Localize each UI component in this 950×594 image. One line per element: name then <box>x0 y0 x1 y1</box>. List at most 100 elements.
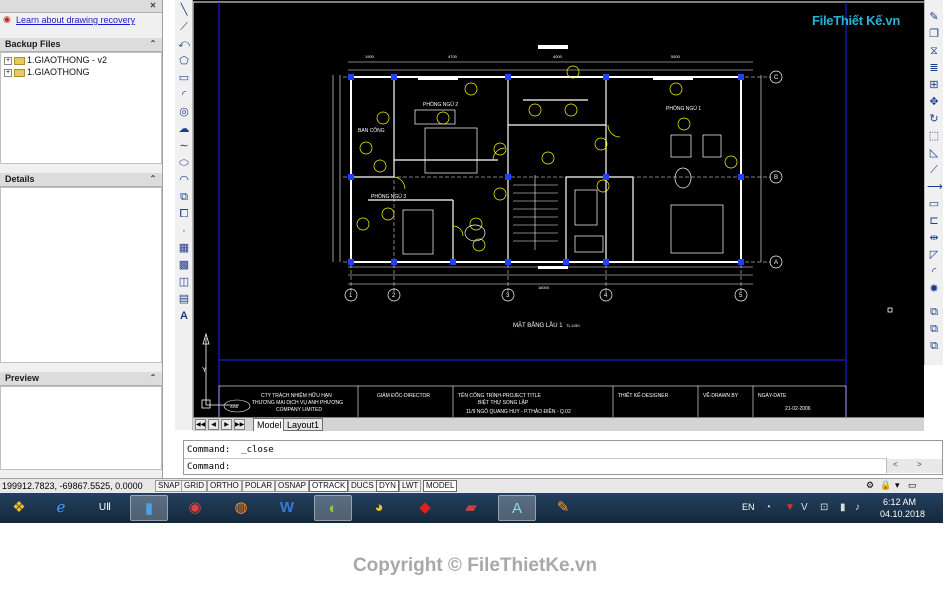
chamfer-icon[interactable]: ◸ <box>927 248 941 262</box>
command-prompt[interactable]: Command: <box>187 462 230 472</box>
preview-header[interactable]: Preview ⌃ <box>0 372 162 386</box>
osnap-toggle[interactable]: OSNAP <box>275 480 310 492</box>
drawing-canvas[interactable]: 1900 4700 4000 5500 16000 PHÒNG NGỦ 2 BA… <box>193 0 924 418</box>
collapse-icon[interactable]: ⌃ <box>148 174 158 184</box>
title-block-company: CTY TRÁCH NHIỆM HỮU HẠN <box>261 391 332 399</box>
gradient-icon[interactable]: ▩ <box>177 258 191 272</box>
close-icon[interactable]: ✕ <box>148 1 158 11</box>
word-icon[interactable]: W <box>268 495 306 521</box>
fillet-icon[interactable]: ◜ <box>927 265 941 279</box>
tab-model[interactable]: Model <box>253 418 286 431</box>
polygon-icon[interactable]: ⬠ <box>177 54 191 68</box>
insert-block-icon[interactable]: ⧉ <box>177 190 191 204</box>
coccoc-icon[interactable]: ◐ <box>314 495 352 521</box>
autocad-icon[interactable]: A <box>498 495 536 521</box>
clean-screen-icon[interactable]: ▭ <box>908 480 917 491</box>
line-icon[interactable]: ╲ <box>177 3 191 17</box>
stretch-icon[interactable]: ◺ <box>927 146 941 160</box>
otrack-toggle[interactable]: OTRACK <box>309 480 349 492</box>
ducs-toggle[interactable]: DUCS <box>348 480 377 492</box>
collapse-icon[interactable]: ⌃ <box>148 373 158 383</box>
model-toggle[interactable]: MODEL <box>423 480 458 492</box>
start-button-icon[interactable]: ❖ <box>0 495 38 521</box>
network-icon[interactable]: ⊡ <box>820 502 828 513</box>
backup-file-item[interactable]: +1.GIAOTHONG <box>4 67 90 77</box>
unikey-tray-icon[interactable]: V <box>801 502 808 513</box>
expand-icon[interactable]: + <box>4 68 12 77</box>
volume-icon[interactable]: ♪ <box>855 502 860 513</box>
next-tab-icon[interactable]: ▶ <box>221 419 232 430</box>
archive-icon[interactable]: ▰ <box>452 495 490 521</box>
offset-icon[interactable]: ≣ <box>927 61 941 75</box>
draworder-icon[interactable]: ⧉ <box>927 305 941 319</box>
copy-icon[interactable]: ❐ <box>927 27 941 41</box>
polyline-icon[interactable]: ⤺ <box>177 37 191 51</box>
spline-icon[interactable]: ∼ <box>177 139 191 153</box>
move-icon[interactable]: ✥ <box>927 95 941 109</box>
mirror-icon[interactable]: ⧖ <box>927 44 941 58</box>
clock-time[interactable]: 6:12 AM <box>883 497 916 507</box>
media-player-icon[interactable]: ◉ <box>176 495 214 521</box>
draworder-back-icon[interactable]: ⧉ <box>927 339 941 353</box>
expand-icon[interactable]: + <box>4 56 12 65</box>
file-manager-icon[interactable]: ▮ <box>130 495 168 521</box>
backup-files-header[interactable]: Backup Files ⌃ <box>0 38 162 52</box>
polar-toggle[interactable]: POLAR <box>242 480 276 492</box>
point-icon[interactable]: · <box>177 224 191 238</box>
signal-icon[interactable]: ▮ <box>840 502 846 513</box>
region-icon[interactable]: ◫ <box>177 275 191 289</box>
rectangle-icon[interactable]: ▭ <box>177 71 191 85</box>
tab-layout1[interactable]: Layout1 <box>283 418 324 431</box>
multiline-text-icon[interactable]: A <box>177 309 191 323</box>
backup-file-item[interactable]: +1.GIAOTHONG - v2 <box>4 55 107 65</box>
unikey-icon[interactable]: UⅡ <box>86 495 124 521</box>
arc-icon[interactable]: ◜ <box>177 88 191 102</box>
extend-icon[interactable]: ⟶ <box>927 180 943 194</box>
chrome-icon[interactable]: ◕ <box>360 495 398 521</box>
toggle-icon[interactable]: ◔ <box>765 502 771 513</box>
antivirus-icon[interactable]: ▼ <box>785 502 795 513</box>
draworder-front-icon[interactable]: ⧉ <box>927 322 941 336</box>
make-block-icon[interactable]: ⧠ <box>177 207 191 221</box>
tray-settings-icon[interactable]: ▾ <box>895 480 900 491</box>
scroll-left-icon[interactable]: < <box>893 460 898 469</box>
revision-cloud-icon[interactable]: ☁ <box>177 122 191 136</box>
snap-toggle[interactable]: SNAP <box>155 480 183 492</box>
communication-icon[interactable]: ⚙ <box>866 480 874 491</box>
grid-toggle[interactable]: GRID <box>181 480 207 492</box>
trim-icon[interactable]: ⟋ <box>927 163 941 177</box>
dimension-text: 4000 <box>553 54 563 59</box>
join-icon[interactable]: ⇹ <box>927 231 941 245</box>
break-at-point-icon[interactable]: ⊏ <box>927 214 941 228</box>
break-icon[interactable]: ▭ <box>927 197 941 211</box>
ellipse-icon[interactable]: ⬭ <box>177 156 191 170</box>
hatch-icon[interactable]: ▦ <box>177 241 191 255</box>
erase-icon[interactable]: ✎ <box>927 10 941 24</box>
table-icon[interactable]: ▤ <box>177 292 191 306</box>
details-header[interactable]: Details ⌃ <box>0 173 162 187</box>
internet-explorer-icon[interactable]: ℯ <box>42 495 80 521</box>
scale-icon[interactable]: ⬚ <box>927 129 941 143</box>
collapse-icon[interactable]: ⌃ <box>148 39 158 49</box>
ellipse-arc-icon[interactable]: ◠ <box>177 173 191 187</box>
command-scrollbar[interactable]: < > <box>886 459 942 473</box>
game-icon[interactable]: ◆ <box>406 495 444 521</box>
last-tab-icon[interactable]: ▶▶ <box>234 419 245 430</box>
lwt-toggle[interactable]: LWT <box>399 480 422 492</box>
explode-icon[interactable]: ✸ <box>927 282 941 296</box>
clock-date[interactable]: 04.10.2018 <box>880 509 925 519</box>
circle-icon[interactable]: ◎ <box>177 105 191 119</box>
prev-tab-icon[interactable]: ◀ <box>208 419 219 430</box>
language-indicator[interactable]: EN <box>742 502 755 512</box>
recovery-help-link[interactable]: Learn about drawing recovery <box>16 15 135 25</box>
dyn-toggle[interactable]: DYN <box>376 480 399 492</box>
construction-line-icon[interactable]: ⟋ <box>177 20 191 34</box>
paint-icon[interactable]: ✎ <box>544 495 582 521</box>
first-tab-icon[interactable]: ◀◀ <box>195 419 206 430</box>
ortho-toggle[interactable]: ORTHO <box>207 480 242 492</box>
scroll-right-icon[interactable]: > <box>917 460 922 469</box>
rotate-icon[interactable]: ↻ <box>927 112 941 126</box>
firefox-icon[interactable]: ◍ <box>222 495 260 521</box>
lock-icon[interactable]: 🔒 <box>880 480 891 491</box>
array-icon[interactable]: ⊞ <box>927 78 941 92</box>
